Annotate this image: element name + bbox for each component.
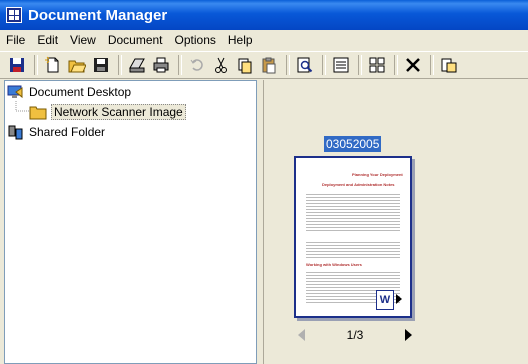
save-disk-button[interactable] — [6, 54, 28, 76]
copy-icon — [238, 58, 252, 74]
undo-icon — [190, 59, 203, 71]
send-to-icon — [441, 58, 457, 73]
tree-item-label: Shared Folder — [29, 125, 106, 139]
tree-item-shared-folder[interactable]: Shared Folder — [7, 123, 105, 141]
toolbar-separator — [322, 55, 326, 75]
paste-icon — [262, 57, 276, 74]
disk-icon — [10, 58, 24, 72]
toolbar — [0, 51, 528, 79]
scan-button[interactable] — [126, 54, 148, 76]
new-document-button[interactable] — [42, 54, 64, 76]
app-icon — [6, 7, 22, 23]
title-bar: Document Manager — [0, 0, 528, 30]
tree-item-label: Network Scanner Image — [51, 104, 186, 120]
tree-item-network-scanner-image[interactable]: Network Scanner Image — [29, 103, 186, 121]
menu-help[interactable]: Help — [222, 33, 259, 47]
desktop-icon — [7, 85, 23, 99]
tree-item-label: Document Desktop — [29, 85, 132, 99]
thumbnail-section-heading: Working with Windows Users — [306, 262, 362, 267]
paste-button[interactable] — [258, 54, 280, 76]
toolbar-separator — [430, 55, 434, 75]
menu-file[interactable]: File — [0, 33, 31, 47]
scissors-icon — [215, 57, 227, 73]
word-document-icon: W — [376, 290, 394, 310]
toolbar-separator — [178, 55, 182, 75]
toolbar-separator — [358, 55, 362, 75]
print-button[interactable] — [150, 54, 172, 76]
menu-view[interactable]: View — [64, 33, 102, 47]
thumbnail-arrow-icon — [396, 294, 402, 304]
send-to-button[interactable] — [438, 54, 460, 76]
document-view: 03052005 Planning Your Deployment Deploy… — [263, 80, 528, 364]
magnifier-icon — [297, 57, 313, 73]
list-view-icon — [333, 57, 349, 73]
printer-icon — [153, 57, 169, 73]
page-indicator: 1/3 — [346, 328, 364, 342]
toolbar-separator — [118, 55, 122, 75]
thumbnail-caption[interactable]: 03052005 — [324, 136, 382, 152]
toolbar-separator — [34, 55, 38, 75]
open-folder-button[interactable] — [66, 54, 88, 76]
toolbar-separator — [394, 55, 398, 75]
open-folder-icon — [68, 60, 86, 73]
copy-button[interactable] — [234, 54, 256, 76]
menu-document[interactable]: Document — [102, 33, 169, 47]
folder-icon — [29, 106, 47, 120]
tree-connector — [15, 101, 30, 112]
toolbar-separator — [286, 55, 290, 75]
menu-options[interactable]: Options — [169, 33, 222, 47]
new-document-icon — [45, 56, 59, 73]
folder-tree: Document Desktop Network Scanner Image S… — [4, 80, 257, 364]
menu-edit[interactable]: Edit — [31, 33, 64, 47]
previous-page-icon[interactable] — [298, 329, 305, 341]
document-thumbnail[interactable]: Planning Your Deployment Deployment and … — [294, 156, 412, 318]
save-button[interactable] — [90, 54, 112, 76]
find-button[interactable] — [294, 54, 316, 76]
save-icon — [94, 58, 108, 72]
tree-item-document-desktop[interactable]: Document Desktop — [7, 83, 131, 101]
thumbnail-text-block — [306, 240, 400, 258]
shared-folder-icon — [8, 125, 23, 140]
delete-icon — [406, 58, 420, 72]
menu-bar: File Edit View Document Options Help — [0, 30, 528, 50]
thumbnail-doc-subtitle: Deployment and Administration Notes — [322, 182, 395, 187]
cut-button[interactable] — [210, 54, 232, 76]
properties-button[interactable] — [330, 54, 352, 76]
delete-button[interactable] — [402, 54, 424, 76]
thumbnail-text-block — [306, 192, 400, 232]
scanner-icon — [129, 58, 145, 73]
page-navigator: 1/3 — [294, 326, 414, 344]
window-title: Document Manager — [28, 6, 168, 24]
thumbnails-icon — [369, 57, 385, 73]
thumbnails-button[interactable] — [366, 54, 388, 76]
undo-button[interactable] — [186, 54, 208, 76]
thumbnail-doc-title: Planning Your Deployment — [352, 172, 403, 177]
next-page-icon[interactable] — [405, 329, 412, 341]
